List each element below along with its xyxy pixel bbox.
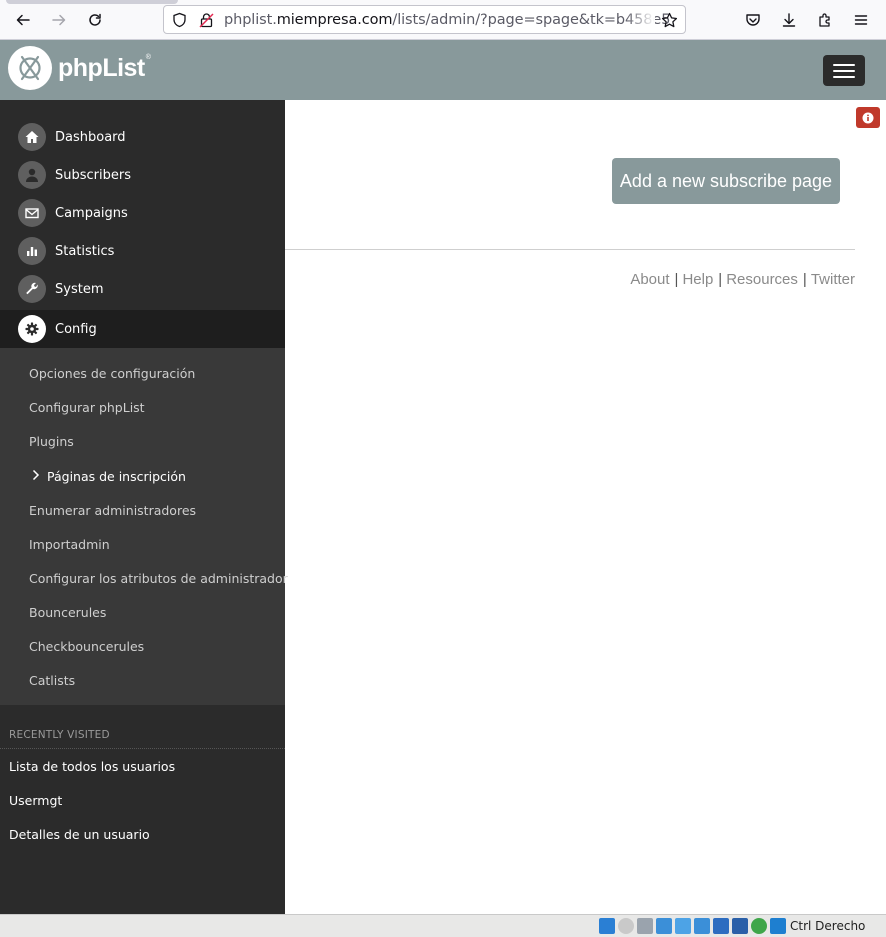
submenu-item-enumerar-administradores[interactable]: Enumerar administradores	[29, 503, 196, 518]
hamburger-bar	[833, 69, 855, 72]
submenu-item-opciones-configuracion[interactable]: Opciones de configuración	[29, 366, 195, 381]
browser-toolbar: phplist.miempresa.com/lists/admin/?page=…	[0, 0, 886, 40]
info-icon	[862, 112, 874, 123]
optical-drive-icon[interactable]	[618, 918, 634, 934]
network-icon[interactable]	[656, 918, 672, 934]
footer-link-help[interactable]: Help	[682, 271, 713, 288]
mouse-integration-icon[interactable]	[770, 918, 786, 934]
host-key-label: Ctrl Derecho	[790, 919, 866, 933]
logo-text: phpList®	[58, 53, 151, 82]
usb-icon[interactable]	[675, 918, 691, 934]
back-icon[interactable]	[11, 8, 35, 32]
footer-link-resources[interactable]: Resources	[726, 271, 798, 288]
hamburger-menu-button[interactable]	[823, 55, 865, 86]
recent-item-detalles-usuario[interactable]: Detalles de un usuario	[9, 827, 150, 842]
sidebar-item-system[interactable]: System	[0, 270, 285, 308]
phplist-logo[interactable]: phpList®	[8, 46, 151, 90]
gear-icon	[18, 315, 46, 343]
sidebar-item-config[interactable]: Config	[0, 310, 285, 348]
app-header: phpList®	[0, 40, 886, 100]
bookmark-star-icon[interactable]	[660, 11, 678, 29]
user-icon	[18, 161, 46, 189]
downloads-icon[interactable]	[777, 8, 801, 32]
submenu-item-paginas-inscripcion[interactable]: Páginas de inscripción	[47, 469, 186, 484]
sidebar-item-label: Campaigns	[55, 205, 128, 221]
browser-tab[interactable]	[6, 0, 178, 4]
sidebar-item-label: Subscribers	[55, 167, 131, 183]
submenu-item-configurar-phplist[interactable]: Configurar phpList	[29, 400, 145, 415]
reload-icon[interactable]	[83, 8, 107, 32]
sidebar-item-label: Statistics	[55, 243, 115, 259]
vm-status-bar: Ctrl Derecho	[0, 914, 886, 937]
recent-item-lista-usuarios[interactable]: Lista de todos los usuarios	[9, 759, 175, 774]
hard-disk-icon[interactable]	[599, 918, 615, 934]
submenu-item-atributos-administrador[interactable]: Configurar los atributos de administrado…	[29, 571, 288, 586]
url-bar[interactable]: phplist.miempresa.com/lists/admin/?page=…	[163, 5, 686, 34]
vm-status-icons	[599, 918, 786, 934]
video-capture-icon[interactable]	[732, 918, 748, 934]
recent-item-usermgt[interactable]: Usermgt	[9, 793, 62, 808]
sidebar-item-label: Config	[55, 321, 97, 337]
footer-separator: |	[802, 271, 807, 288]
hamburger-bar	[833, 75, 855, 78]
footer-links: About | Help | Resources | Twitter	[630, 271, 855, 288]
display-icon[interactable]	[713, 918, 729, 934]
url-fade	[625, 6, 655, 33]
extensions-icon[interactable]	[813, 8, 837, 32]
submenu-item-importadmin[interactable]: Importadmin	[29, 537, 110, 552]
footer-separator: |	[674, 271, 679, 288]
bar-chart-icon	[18, 237, 46, 265]
cpu-icon[interactable]	[751, 918, 767, 934]
recently-visited-divider	[0, 748, 285, 749]
sidebar: Dashboard Subscribers Campaigns Statisti…	[0, 100, 288, 914]
footer-link-about[interactable]: About	[630, 271, 669, 288]
pocket-icon[interactable]	[741, 8, 765, 32]
sidebar-item-statistics[interactable]: Statistics	[0, 232, 285, 270]
phplist-logo-icon	[8, 46, 52, 90]
submenu-item-catlists[interactable]: Catlists	[29, 673, 75, 688]
recently-visited-header: RECENTLY VISITED	[9, 729, 110, 741]
app-menu-icon[interactable]	[849, 8, 873, 32]
info-button[interactable]	[856, 107, 880, 128]
footer-link-twitter[interactable]: Twitter	[811, 271, 855, 288]
url-text: phplist.miempresa.com/lists/admin/?page=…	[224, 12, 671, 28]
shared-folders-icon[interactable]	[694, 918, 710, 934]
add-subscribe-page-button[interactable]: Add a new subscribe page	[612, 158, 840, 204]
sidebar-item-label: System	[55, 281, 104, 297]
wrench-icon	[18, 275, 46, 303]
envelope-icon	[18, 199, 46, 227]
insecure-lock-icon[interactable]	[197, 11, 215, 29]
shield-icon[interactable]	[170, 11, 188, 29]
content-divider	[285, 249, 855, 250]
config-submenu: Opciones de configuración Configurar php…	[0, 348, 288, 705]
footer-separator: |	[718, 271, 723, 288]
chevron-right-icon	[32, 469, 40, 481]
sidebar-item-dashboard[interactable]: Dashboard	[0, 118, 285, 156]
sidebar-item-campaigns[interactable]: Campaigns	[0, 194, 285, 232]
audio-icon[interactable]	[637, 918, 653, 934]
sidebar-item-label: Dashboard	[55, 129, 126, 145]
home-icon	[18, 123, 46, 151]
submenu-item-checkbouncerules[interactable]: Checkbouncerules	[29, 639, 144, 654]
forward-icon[interactable]	[47, 8, 71, 32]
sidebar-item-subscribers[interactable]: Subscribers	[0, 156, 285, 194]
submenu-item-bouncerules[interactable]: Bouncerules	[29, 605, 106, 620]
hamburger-bar	[833, 63, 855, 66]
submenu-item-plugins[interactable]: Plugins	[29, 434, 74, 449]
